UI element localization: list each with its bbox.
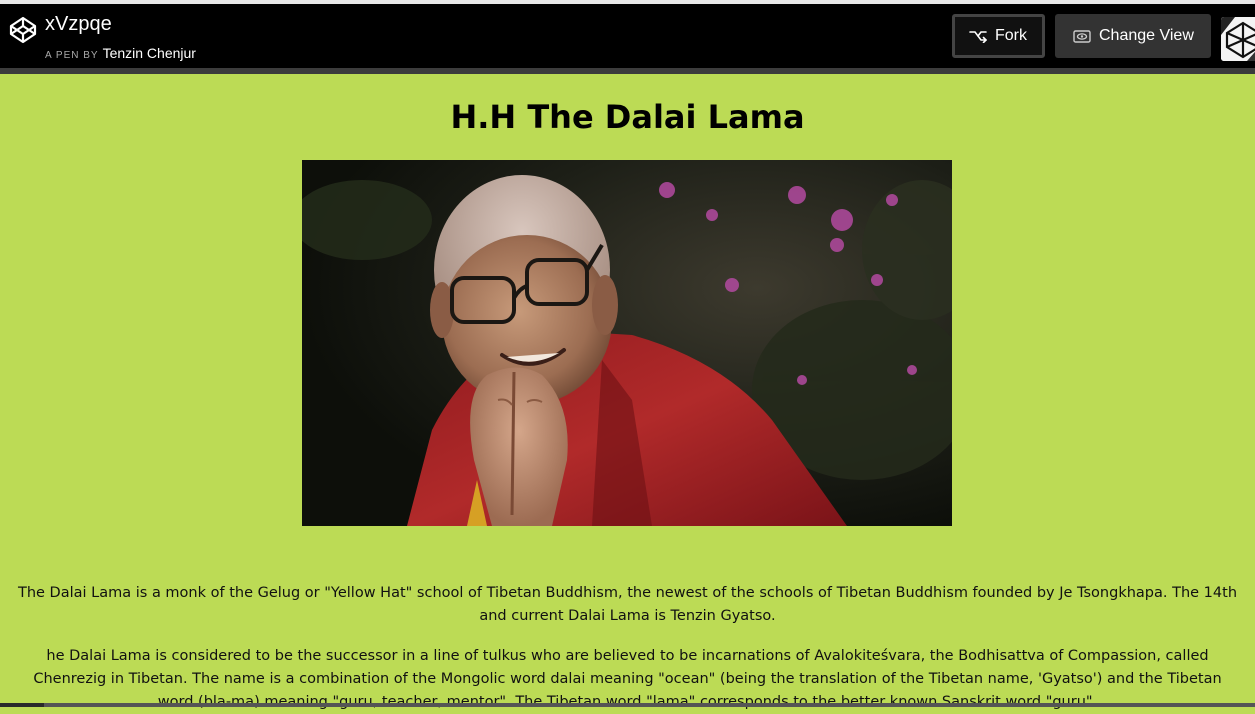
header-divider bbox=[0, 68, 1255, 74]
fork-button[interactable]: Fork bbox=[952, 14, 1045, 58]
user-avatar[interactable] bbox=[1221, 17, 1255, 61]
portrait-illustration bbox=[302, 160, 952, 526]
change-view-button[interactable]: Change View bbox=[1055, 14, 1211, 58]
horizontal-scrollbar[interactable] bbox=[0, 703, 1255, 707]
page-title: H.H The Dalai Lama bbox=[450, 98, 805, 136]
pen-title[interactable]: xVzpqe bbox=[45, 12, 112, 36]
bio-paragraph-1: The Dalai Lama is a monk of the Gelug or… bbox=[17, 585, 1238, 624]
byline-prefix: A PEN BY bbox=[45, 50, 99, 61]
fork-button-label: Fork bbox=[995, 27, 1027, 44]
codepen-logo-icon[interactable] bbox=[9, 16, 37, 44]
fork-icon bbox=[969, 31, 987, 43]
scrollbar-thumb[interactable] bbox=[44, 703, 1255, 707]
author-link[interactable]: Tenzin Chenjur bbox=[103, 45, 196, 61]
pen-header: xVzpqe A PEN BY Tenzin Chenjur Fork Chang… bbox=[0, 0, 1255, 68]
change-view-button-label: Change View bbox=[1099, 27, 1194, 44]
avatar-image bbox=[1221, 17, 1255, 61]
pen-byline: A PEN BY Tenzin Chenjur bbox=[45, 45, 196, 64]
eye-icon bbox=[1073, 30, 1091, 43]
dalai-lama-photo bbox=[302, 160, 952, 526]
